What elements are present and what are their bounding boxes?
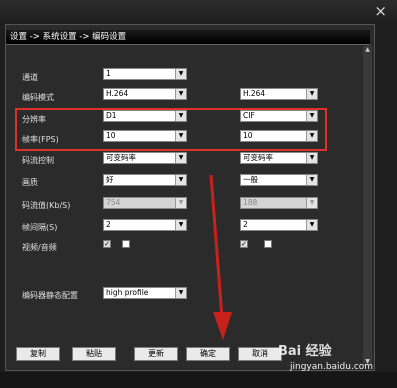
annotation-arrow xyxy=(209,174,232,340)
watermark-url: jingyan.baidu.com xyxy=(290,362,374,372)
watermark-logo: Bai 经验 xyxy=(278,344,332,359)
footer-bar xyxy=(0,372,397,388)
